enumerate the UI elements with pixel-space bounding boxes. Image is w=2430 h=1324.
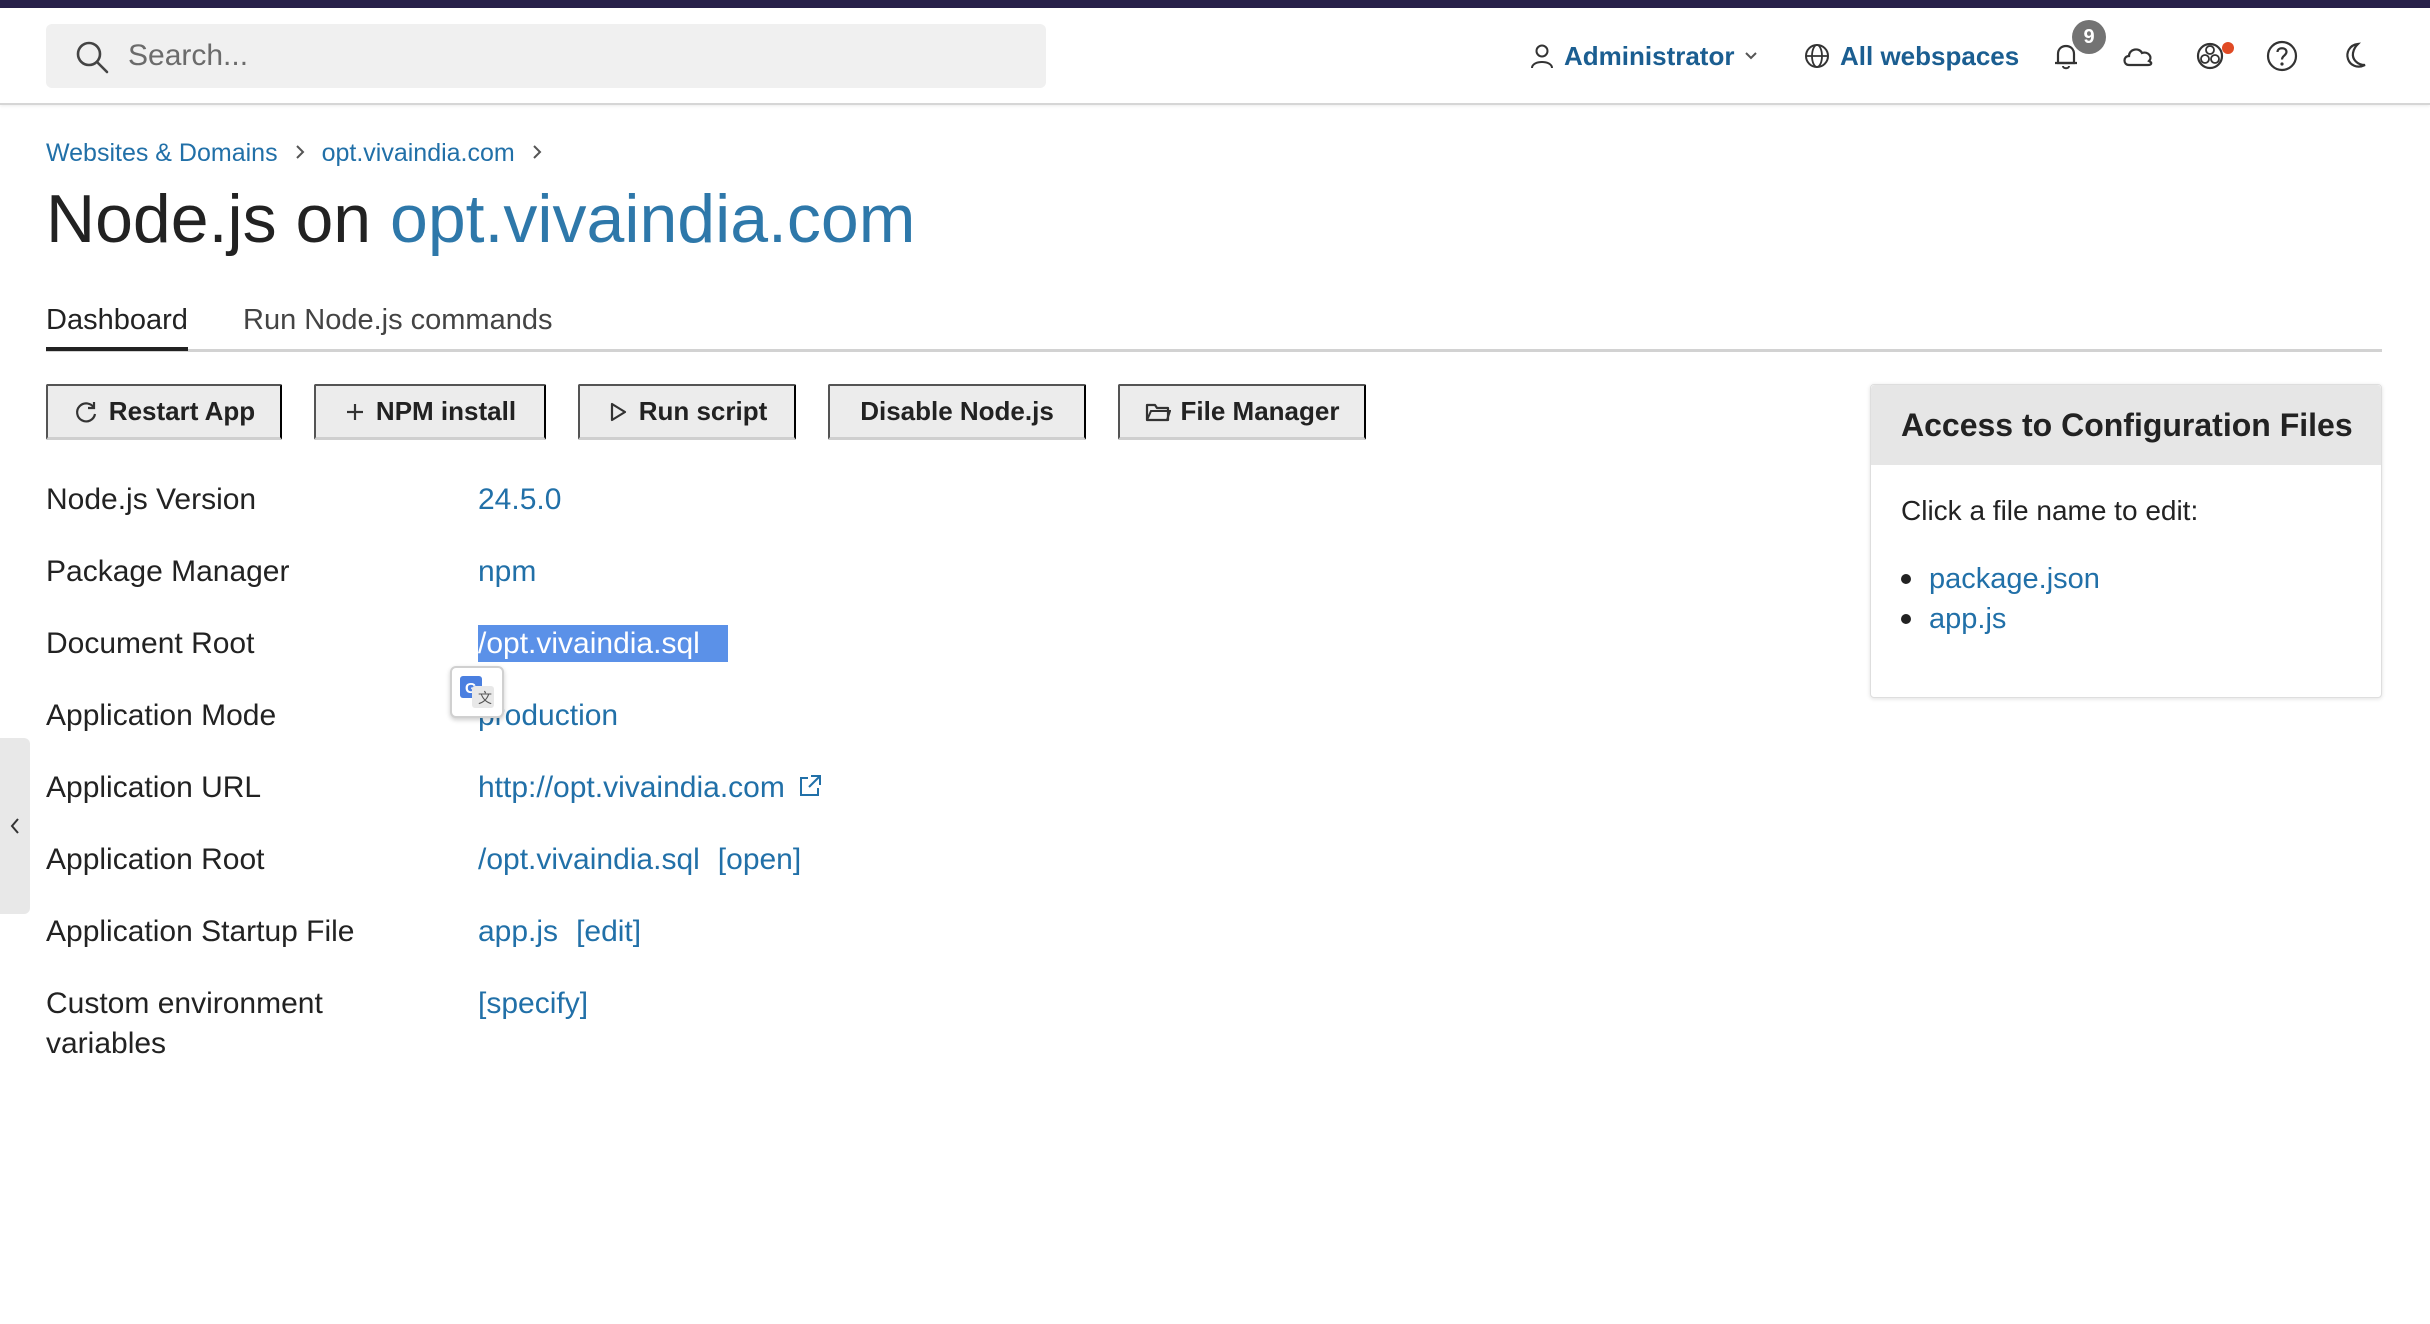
help-icon: [2266, 40, 2298, 72]
application-root-value: /opt.vivaindia.sql [open]: [478, 840, 801, 880]
info-label: Node.js Version: [46, 483, 257, 516]
application-root-path-link[interactable]: /opt.vivaindia.sql: [478, 843, 700, 876]
file-manager-button[interactable]: File Manager: [1118, 384, 1366, 440]
external-link-icon: [800, 775, 822, 796]
chevron-right-icon: [531, 139, 543, 168]
search-icon: [74, 39, 110, 75]
breadcrumb-link-domain[interactable]: opt.vivaindia.com: [322, 139, 515, 168]
user-menu-label: Administrator: [1564, 40, 1735, 71]
info-label: Application Root: [46, 843, 265, 876]
chevron-down-icon: [1745, 52, 1758, 60]
search-box[interactable]: [46, 24, 1046, 88]
config-files-panel-text: Click a file name to edit:: [1901, 495, 2199, 526]
notifications-badge: 9: [2072, 20, 2106, 54]
cloud-button[interactable]: [2116, 34, 2160, 78]
run-script-label: Run script: [638, 396, 768, 426]
config-files-list: package.json app.js: [1901, 559, 2100, 639]
application-url-text: http://opt.vivaindia.com: [478, 771, 785, 804]
info-label: Document Root: [46, 627, 255, 660]
extensions-button[interactable]: [2188, 34, 2232, 78]
svg-text:文: 文: [478, 690, 492, 706]
startup-file-value: app.js [edit]: [478, 912, 641, 952]
application-url-link[interactable]: http://opt.vivaindia.com: [478, 768, 823, 808]
config-file-link-package-json[interactable]: package.json: [1901, 559, 2100, 599]
node-version-link[interactable]: 24.5.0: [478, 480, 561, 520]
startup-file-link[interactable]: app.js: [478, 915, 558, 948]
file-manager-label: File Manager: [1180, 396, 1340, 426]
npm-install-button[interactable]: NPM install: [314, 384, 546, 440]
restart-app-button[interactable]: Restart App: [46, 384, 282, 440]
info-label: Application Startup File: [46, 915, 355, 948]
user-icon: [1531, 44, 1553, 69]
info-label: Application URL: [46, 771, 262, 804]
tab-dashboard[interactable]: Dashboard: [46, 304, 188, 351]
page-title: Node.js on opt.vivaindia.com: [46, 180, 915, 258]
cloud-icon: [2123, 48, 2153, 67]
config-files-panel-title: Access to Configuration Files: [1871, 385, 2381, 465]
translate-popup[interactable]: G文: [450, 666, 504, 718]
sidebar-collapse-toggle[interactable]: [0, 738, 30, 914]
info-label: Package Manager: [46, 555, 290, 588]
refresh-icon: [75, 401, 96, 422]
help-button[interactable]: [2260, 34, 2304, 78]
selected-text: /opt.vivaindia.sql: [478, 625, 728, 662]
webspaces-label: All webspaces: [1840, 40, 2020, 71]
tab-run-nodejs-commands[interactable]: Run Node.js commands: [243, 304, 552, 347]
top-accent-stripe: [0, 0, 2430, 8]
chevron-right-icon: [294, 139, 306, 168]
page-title-domain-link[interactable]: opt.vivaindia.com: [390, 181, 915, 257]
breadcrumb-link-websites[interactable]: Websites & Domains: [46, 139, 278, 168]
config-file-link-app-js[interactable]: app.js: [1901, 599, 2100, 639]
restart-app-label: Restart App: [108, 396, 256, 426]
info-label: Custom environment variables: [46, 987, 323, 1060]
top-bar: Administrator All webspaces 9: [0, 8, 2430, 105]
breadcrumb: Websites & Domains opt.vivaindia.com: [46, 136, 559, 170]
package-manager-link[interactable]: npm: [478, 552, 536, 592]
config-files-panel: Access to Configuration Files Click a fi…: [1870, 384, 2382, 698]
plus-icon: [346, 403, 363, 420]
folder-icon: [1145, 403, 1171, 421]
tab-bar: Dashboard Run Node.js commands: [46, 296, 2382, 352]
user-menu[interactable]: Administrator: [1530, 36, 1768, 76]
extensions-alert-dot: [2222, 42, 2234, 54]
npm-install-label: NPM install: [375, 396, 517, 426]
chevron-left-icon: [10, 818, 19, 834]
application-root-open-link[interactable]: [open]: [718, 843, 801, 876]
moon-icon: [2346, 42, 2366, 68]
dark-mode-button[interactable]: [2332, 34, 2376, 78]
globe-icon: [1805, 44, 1829, 68]
document-root-link[interactable]: /opt.vivaindia.sql: [478, 624, 728, 664]
startup-file-edit-link[interactable]: [edit]: [576, 915, 641, 948]
search-input[interactable]: [128, 24, 1008, 88]
page-title-prefix: Node.js on: [46, 181, 372, 257]
google-translate-icon: G文: [460, 676, 494, 708]
play-icon: [610, 402, 626, 421]
webspaces-menu[interactable]: All webspaces: [1804, 36, 2019, 76]
disable-nodejs-button[interactable]: Disable Node.js: [828, 384, 1086, 440]
env-vars-specify-link[interactable]: [specify]: [478, 984, 588, 1024]
info-label: Application Mode: [46, 699, 277, 732]
disable-nodejs-label: Disable Node.js: [860, 396, 1054, 426]
run-script-button[interactable]: Run script: [578, 384, 796, 440]
